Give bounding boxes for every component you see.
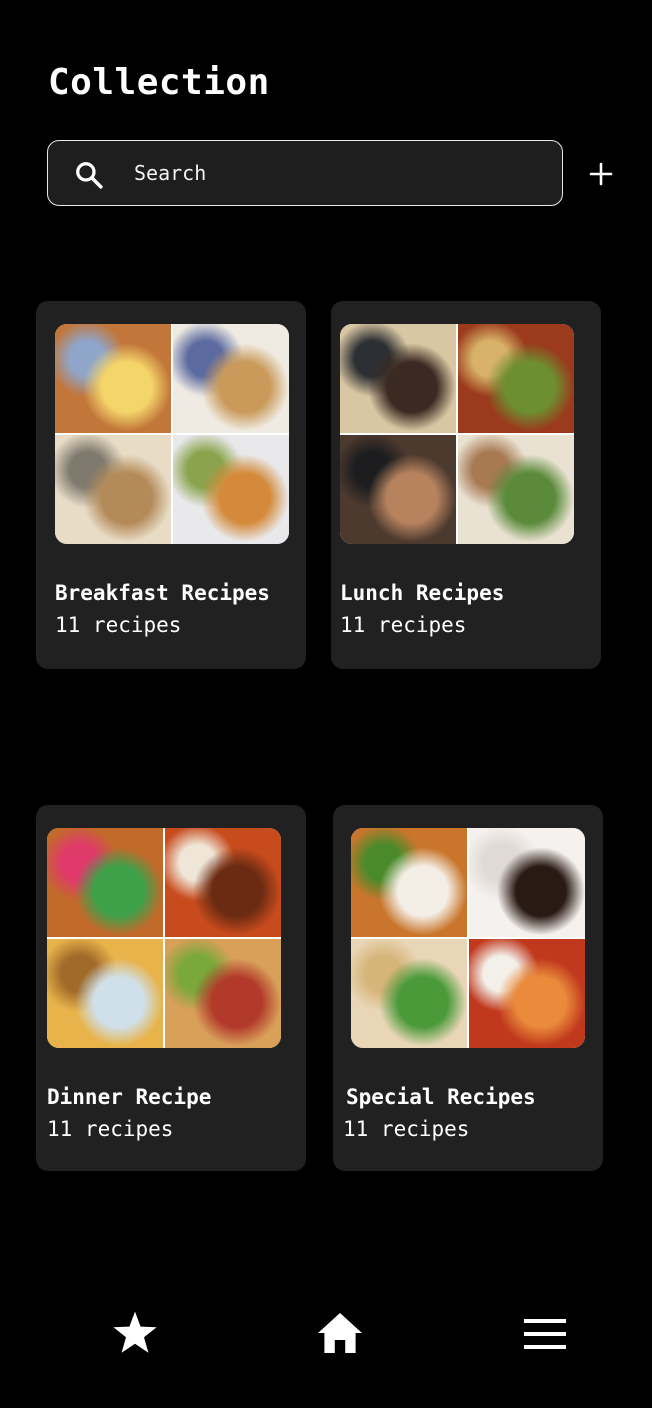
recipe-thumbnail <box>55 435 171 544</box>
recipe-thumbnail <box>469 828 585 937</box>
collection-collage <box>351 828 585 1048</box>
recipe-thumbnail <box>351 828 467 937</box>
plus-icon[interactable] <box>586 159 616 189</box>
page-title: Collection <box>48 62 270 103</box>
collection-name: Breakfast Recipes <box>55 581 270 605</box>
recipe-thumbnail <box>173 324 289 433</box>
collection-name: Special Recipes <box>346 1085 536 1109</box>
collection-name: Dinner Recipe <box>47 1085 212 1109</box>
search-icon <box>76 162 103 189</box>
search-bar[interactable] <box>47 140 563 206</box>
star-icon[interactable] <box>111 1310 159 1356</box>
search-input[interactable] <box>134 141 534 204</box>
recipe-thumbnail <box>351 939 467 1048</box>
collection-count: 11 recipes <box>340 613 467 637</box>
recipe-thumbnail <box>47 828 163 937</box>
recipe-thumbnail <box>47 939 163 1048</box>
recipe-thumbnail <box>165 939 281 1048</box>
collection-card-lunch[interactable]: Lunch Recipes 11 recipes <box>331 301 601 669</box>
recipe-thumbnail <box>469 939 585 1048</box>
collection-card-dinner[interactable]: Dinner Recipe 11 recipes <box>36 805 306 1171</box>
collection-collage <box>55 324 289 544</box>
menu-icon[interactable] <box>522 1316 568 1352</box>
recipe-thumbnail <box>458 435 574 544</box>
collection-card-breakfast[interactable]: Breakfast Recipes 11 recipes <box>36 301 306 669</box>
collection-card-special[interactable]: Special Recipes 11 recipes <box>333 805 603 1171</box>
collection-name: Lunch Recipes <box>340 581 505 605</box>
collection-count: 11 recipes <box>343 1117 470 1141</box>
recipe-thumbnail <box>458 324 574 433</box>
recipe-thumbnail <box>340 435 456 544</box>
recipe-thumbnail <box>55 324 171 433</box>
collection-collage <box>47 828 281 1048</box>
recipe-thumbnail <box>173 435 289 544</box>
collection-count: 11 recipes <box>55 613 182 637</box>
home-icon[interactable] <box>316 1310 364 1356</box>
recipe-thumbnail <box>165 828 281 937</box>
collection-count: 11 recipes <box>47 1117 174 1141</box>
recipe-thumbnail <box>340 324 456 433</box>
collection-collage <box>340 324 574 544</box>
